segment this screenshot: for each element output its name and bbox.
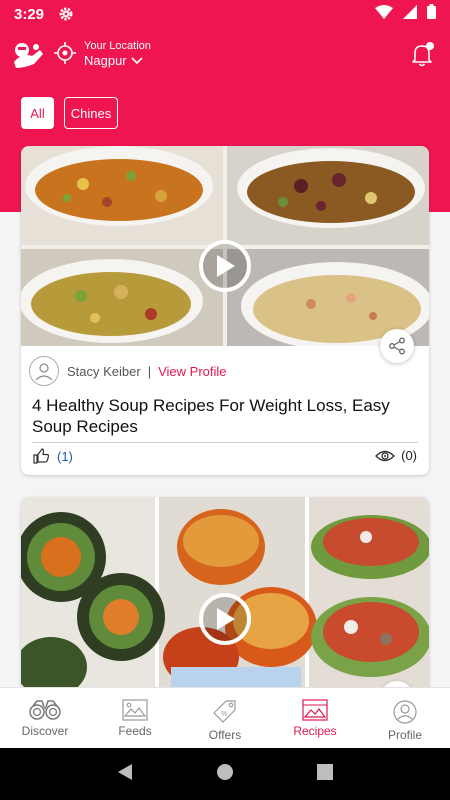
recipe-video-thumbnail[interactable] [21, 497, 429, 697]
location-target-icon[interactable] [54, 42, 76, 64]
view-profile-link[interactable]: View Profile [158, 364, 226, 379]
like-button[interactable]: (1) [33, 448, 73, 464]
nav-profile[interactable]: Profile [360, 688, 450, 748]
play-button[interactable] [199, 593, 251, 645]
nav-recipes-label: Recipes [293, 724, 337, 738]
status-indicators [375, 4, 436, 24]
nav-offers[interactable]: % Offers [180, 688, 270, 748]
location-city: Nagpur [84, 53, 127, 68]
recipe-title[interactable]: 4 Healthy Soup Recipes For Weight Loss, … [32, 395, 412, 437]
recents-icon[interactable] [317, 763, 333, 785]
nav-recipes[interactable]: Recipes [270, 688, 360, 748]
share-icon [389, 337, 405, 355]
chevron-down-icon [131, 53, 143, 68]
filter-chip-all[interactable]: All [21, 97, 54, 129]
author-name: Stacy Keiber [67, 363, 141, 379]
avatar-icon[interactable] [29, 356, 59, 386]
location-label: Your Location [84, 40, 151, 52]
recipe-video-thumbnail[interactable] [21, 146, 429, 346]
play-button[interactable] [199, 240, 251, 292]
card-divider [32, 442, 418, 443]
notification-bell-icon[interactable] [408, 40, 436, 68]
status-bar: 3:29 [0, 0, 450, 28]
eye-icon [375, 450, 396, 461]
settings-gear-icon [58, 6, 74, 22]
wifi-icon [375, 4, 393, 24]
nav-discover-label: Discover [21, 724, 69, 738]
nav-feeds-label: Feeds [118, 724, 152, 738]
battery-icon [427, 4, 436, 24]
author-separator: | [147, 363, 152, 379]
thumbs-up-icon [33, 448, 49, 464]
filter-chip-chines[interactable]: Chines [64, 97, 118, 129]
location-selector[interactable]: Nagpur [84, 53, 143, 68]
recipe-card[interactable] [21, 497, 429, 697]
author-row: Stacy Keiber | View Profile [29, 356, 227, 386]
profile-icon [393, 700, 417, 724]
recipe-card[interactable]: Stacy Keiber | View Profile 4 Healthy So… [21, 146, 429, 475]
back-icon[interactable] [117, 763, 133, 786]
app-header: Your Location Nagpur [0, 30, 450, 78]
like-count: (1) [57, 448, 73, 464]
share-button[interactable] [380, 329, 414, 363]
nav-profile-label: Profile [387, 728, 422, 742]
system-navigation-bar [0, 748, 450, 800]
view-counter: (0) [375, 448, 417, 463]
home-icon[interactable] [217, 763, 233, 785]
recipe-icon [302, 699, 328, 721]
bottom-navigation: Discover Feeds % Offers Recipes Profile [0, 687, 450, 748]
nav-discover[interactable]: Discover [0, 688, 90, 748]
nav-offers-label: Offers [208, 728, 242, 742]
tag-icon: % [213, 700, 236, 723]
status-time: 3:29 [14, 5, 45, 23]
nav-feeds[interactable]: Feeds [90, 688, 180, 748]
image-icon [122, 699, 148, 721]
signal-icon [403, 4, 417, 24]
app-logo-icon[interactable] [10, 38, 46, 72]
binoculars-icon [29, 700, 61, 720]
svg-text:%: % [221, 711, 227, 718]
view-count: (0) [401, 448, 417, 463]
